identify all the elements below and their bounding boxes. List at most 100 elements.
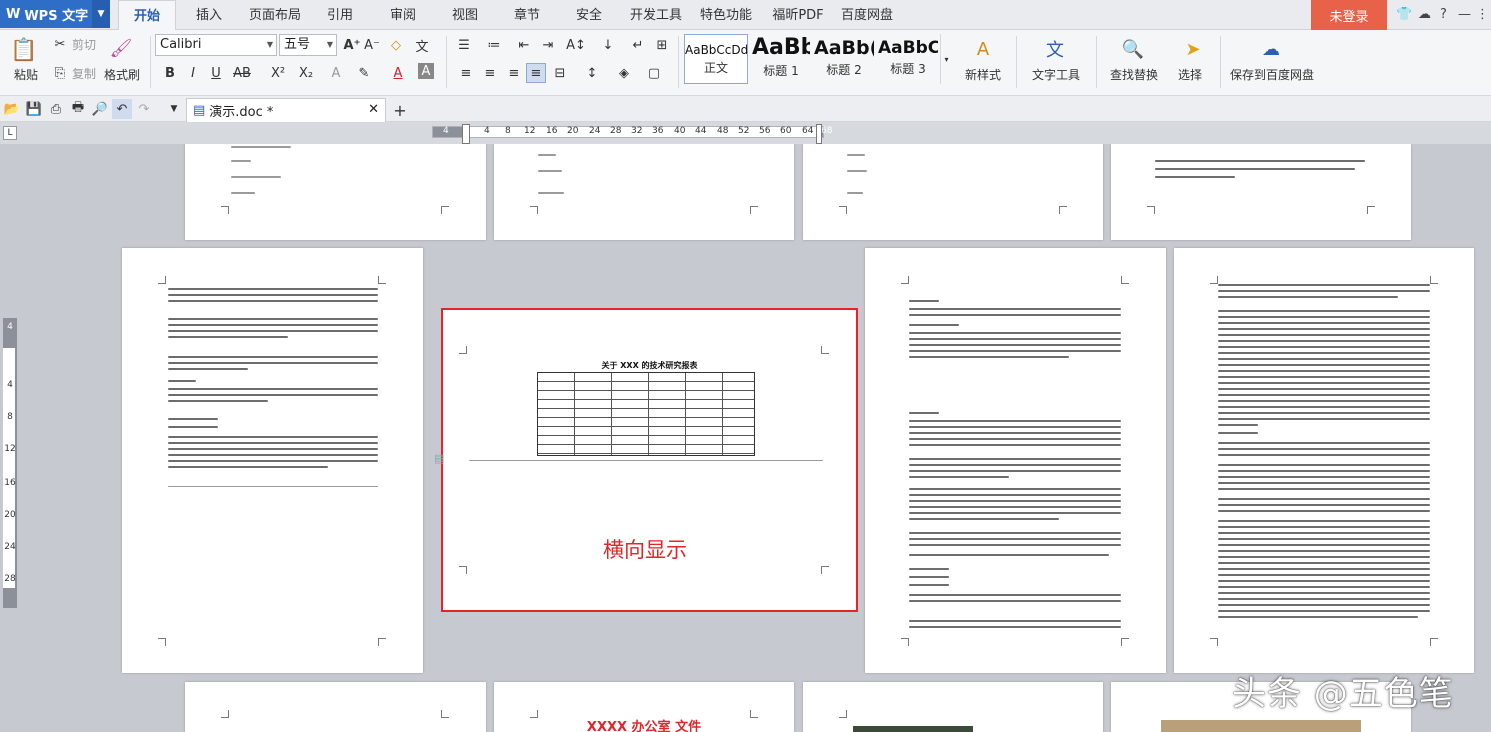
shrink-font-icon[interactable]: A⁻ bbox=[362, 35, 382, 55]
line-spacing-icon[interactable]: ↕ bbox=[582, 63, 602, 83]
select-cursor-icon[interactable]: ➤ bbox=[1180, 36, 1206, 62]
italic-icon[interactable]: I bbox=[183, 63, 203, 83]
find-replace-button[interactable]: 查找替换 bbox=[1104, 66, 1164, 83]
vertical-ruler[interactable]: 4 4 8 12 16 20 24 28 bbox=[3, 318, 17, 608]
style-heading-3[interactable]: AaBbC 标题 3 bbox=[878, 34, 938, 84]
align-left-icon[interactable]: ≡ bbox=[456, 63, 476, 83]
tab-chapter[interactable]: 章节 bbox=[502, 0, 552, 30]
find-replace-icon[interactable]: 🔍 bbox=[1120, 36, 1146, 62]
char-shading-icon[interactable]: A bbox=[418, 63, 434, 79]
increase-indent-icon[interactable]: ⇥ bbox=[538, 35, 558, 55]
app-menu-arrow-icon[interactable]: ▼ bbox=[92, 0, 110, 28]
save-icon[interactable]: 💾 bbox=[24, 99, 44, 119]
bullet-list-icon[interactable]: ☰ bbox=[454, 35, 474, 55]
layout-options-icon[interactable]: ▤ bbox=[434, 452, 444, 465]
minimize-icon[interactable]: — bbox=[1458, 7, 1471, 22]
new-style-button[interactable]: 新样式 bbox=[958, 66, 1008, 83]
paragraph-mark-icon[interactable]: ↵ bbox=[628, 35, 648, 55]
copy-button[interactable]: 复制 bbox=[70, 65, 98, 82]
paste-icon[interactable]: 📋 bbox=[10, 36, 38, 64]
redo-icon[interactable]: ↷ bbox=[134, 99, 154, 119]
open-folder-icon[interactable]: 📂 bbox=[2, 99, 22, 119]
tab-foxit-pdf[interactable]: 福昕PDF bbox=[768, 0, 828, 30]
styles-scroll-icon[interactable]: ▾ bbox=[940, 34, 952, 84]
vruler-tick: 8 bbox=[7, 412, 13, 422]
baidu-cloud-icon[interactable]: ☁ bbox=[1258, 36, 1284, 62]
text-effect-icon[interactable]: A bbox=[326, 63, 346, 83]
more-icon[interactable]: ⋮ bbox=[1476, 7, 1489, 22]
undo-icon[interactable]: ↶ bbox=[112, 99, 132, 119]
strikethrough-icon[interactable]: AB bbox=[232, 63, 252, 83]
shading-icon[interactable]: ◈ bbox=[614, 63, 634, 83]
save-to-baidu-button[interactable]: 保存到百度网盘 bbox=[1226, 66, 1318, 83]
select-button[interactable]: 选择 bbox=[1170, 66, 1210, 83]
align-center-icon[interactable]: ≡ bbox=[480, 63, 500, 83]
copy-icon[interactable]: ⎘ bbox=[50, 63, 70, 83]
new-style-icon[interactable]: A bbox=[970, 36, 996, 62]
sort-icon[interactable]: ↓ bbox=[598, 35, 618, 55]
tab-view[interactable]: 视图 bbox=[440, 0, 490, 30]
vruler-tick: 20 bbox=[4, 510, 16, 520]
format-painter-icon[interactable]: 🖌 bbox=[108, 35, 134, 61]
tab-insert[interactable]: 插入 bbox=[184, 0, 234, 30]
numbered-list-icon[interactable]: ≔ bbox=[484, 35, 504, 55]
grow-font-icon[interactable]: A⁺ bbox=[342, 35, 362, 55]
app-menu-button[interactable]: W WPS 文字 ▼ bbox=[0, 0, 110, 28]
customize-toolbar-icon[interactable]: ▼ bbox=[164, 99, 184, 119]
format-painter-button[interactable]: 格式刷 bbox=[100, 66, 144, 83]
distribute-icon[interactable]: ⊟ bbox=[550, 63, 570, 83]
right-indent-marker[interactable] bbox=[816, 124, 822, 144]
close-tab-icon[interactable]: ✕ bbox=[368, 102, 379, 117]
login-button[interactable]: 未登录 bbox=[1311, 0, 1387, 30]
font-color-icon[interactable]: A bbox=[388, 63, 408, 83]
text-tools-button[interactable]: 文字工具 bbox=[1026, 66, 1086, 83]
tab-review[interactable]: 审阅 bbox=[378, 0, 428, 30]
text-tools-icon[interactable]: 文 bbox=[1042, 36, 1068, 62]
decrease-indent-icon[interactable]: ⇤ bbox=[514, 35, 534, 55]
tab-page-layout[interactable]: 页面布局 bbox=[242, 0, 308, 30]
tab-reference[interactable]: 引用 bbox=[316, 0, 364, 30]
style-heading-2[interactable]: AaBb( 标题 2 bbox=[814, 34, 874, 84]
borders-icon[interactable]: ▢ bbox=[644, 63, 664, 83]
style-normal[interactable]: AaBbCcDd 正文 bbox=[684, 34, 748, 84]
app-name: WPS 文字 bbox=[24, 8, 89, 24]
cut-icon[interactable]: ✂ bbox=[50, 34, 70, 54]
tab-developer[interactable]: 开发工具 bbox=[626, 0, 686, 30]
justify-icon[interactable]: ≡ bbox=[526, 63, 546, 83]
align-right-icon[interactable]: ≡ bbox=[504, 63, 524, 83]
highlight-icon[interactable]: ✎ bbox=[354, 63, 374, 83]
indent-marker[interactable] bbox=[462, 124, 470, 144]
superscript-icon[interactable]: X² bbox=[268, 63, 288, 83]
text-direction-icon[interactable]: A↕ bbox=[566, 35, 586, 55]
cut-button[interactable]: 剪切 bbox=[70, 36, 98, 53]
paste-button[interactable]: 粘贴 bbox=[6, 66, 46, 83]
tab-security[interactable]: 安全 bbox=[564, 0, 614, 30]
document-canvas[interactable]: 关于 XXX 的技术研究报表 横向显示 ▤ XXXX 办公室 文件 bbox=[20, 144, 1491, 732]
bold-icon[interactable]: B bbox=[160, 63, 180, 83]
tab-features[interactable]: 特色功能 bbox=[696, 0, 756, 30]
tab-start[interactable]: 开始 bbox=[118, 0, 176, 30]
tab-baidu[interactable]: 百度网盘 bbox=[836, 0, 898, 30]
ruler-tick: 32 bbox=[631, 126, 643, 136]
export-pdf-icon[interactable]: ⎙ bbox=[46, 99, 66, 119]
print-icon[interactable]: 🖶 bbox=[68, 99, 88, 119]
ruler-tick: 52 bbox=[738, 126, 750, 136]
shirt-icon[interactable]: 👕 bbox=[1396, 7, 1412, 22]
ruler-tick: 4 bbox=[443, 126, 449, 136]
underline-icon[interactable]: U bbox=[206, 63, 226, 83]
help-icon[interactable]: ? bbox=[1440, 7, 1447, 22]
print-preview-icon[interactable]: 🔎 bbox=[90, 99, 110, 119]
table-icon[interactable]: ⊞ bbox=[652, 35, 672, 55]
phonetic-icon[interactable]: 文 bbox=[412, 35, 432, 55]
font-size-select[interactable]: 五号 ▼ bbox=[279, 34, 337, 56]
clear-format-icon[interactable]: ◇ bbox=[386, 35, 406, 55]
horizontal-ruler[interactable]: 4 4 8 12 16 20 24 28 32 36 40 44 48 52 5… bbox=[432, 126, 832, 138]
font-name-select[interactable]: Calibri ▼ bbox=[155, 34, 277, 56]
landscape-page[interactable]: 关于 XXX 的技术研究报表 bbox=[441, 308, 858, 612]
chat-icon[interactable]: ☁ bbox=[1418, 7, 1431, 22]
document-tab[interactable]: ▤ 演示.doc * ✕ bbox=[186, 98, 386, 122]
new-tab-icon[interactable]: + bbox=[390, 100, 410, 120]
subscript-icon[interactable]: X₂ bbox=[296, 63, 316, 83]
tab-stop-selector-icon[interactable]: L bbox=[3, 126, 17, 140]
style-heading-1[interactable]: AaBb 标题 1 bbox=[752, 34, 810, 84]
